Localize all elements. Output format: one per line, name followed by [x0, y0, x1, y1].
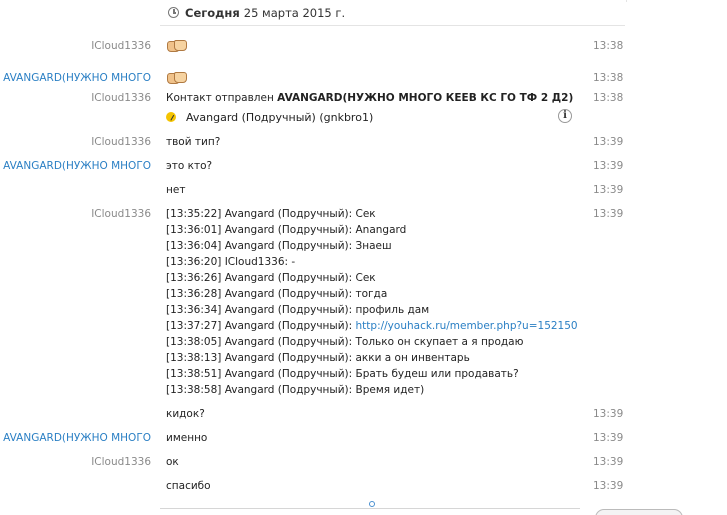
message-body: [166, 70, 556, 90]
message-time: 13:39: [593, 208, 624, 220]
sender-name[interactable]: ICloud1336: [91, 454, 151, 470]
message-body: ок: [166, 456, 179, 468]
message-body: кидок?: [166, 408, 205, 420]
resize-handle[interactable]: [369, 501, 375, 507]
handshake-icon: [166, 70, 187, 85]
quote-line: [13:36:28] Avangard (Подручный): тогда: [166, 288, 388, 300]
quote-line: [13:36:20] ICloud1336: -: [166, 256, 296, 268]
message-time: 13:39: [593, 136, 624, 148]
send-button[interactable]: [595, 509, 683, 515]
sender-name[interactable]: ICloud1336: [91, 90, 151, 106]
message-time: 13:39: [593, 480, 624, 492]
quote-line: [13:36:04] Avangard (Подручный): Знаеш: [166, 240, 392, 252]
sender-name[interactable]: ICloud1336: [91, 38, 151, 54]
date-today-label: Сегодня: [185, 5, 240, 20]
skype-contact-icon: [166, 112, 176, 122]
message-body: спасибо: [166, 480, 211, 492]
quote-line: [13:35:22] Avangard (Подручный): Сек: [166, 208, 376, 220]
message-time: 13:39: [593, 456, 624, 468]
message-time: 13:39: [593, 160, 624, 172]
message-body: [13:35:22] Avangard (Подручный): Сек [13…: [166, 206, 578, 398]
clock-icon: [168, 7, 179, 18]
date-text: 25 марта 2015 г.: [243, 5, 346, 20]
message-time: 13:38: [593, 92, 624, 104]
contact-sent-prefix: Контакт отправлен: [166, 92, 278, 104]
quote-line: [13:38:51] Avangard (Подручный): Брать б…: [166, 368, 519, 380]
message-time: 13:38: [593, 72, 624, 84]
message-body: именно: [166, 432, 208, 444]
message-body: это кто?: [166, 160, 213, 172]
sender-name[interactable]: ICloud1336: [91, 134, 151, 150]
sender-name[interactable]: ICloud1336: [91, 206, 151, 222]
quote-line: [13:38:13] Avangard (Подручный): акки а …: [166, 352, 470, 364]
date-header: Сегодня 25 марта 2015 г.: [160, 0, 625, 26]
message-body: [166, 38, 556, 58]
quote-line: [13:36:34] Avangard (Подручный): профиль…: [166, 304, 430, 316]
divider: [626, 0, 627, 2]
message-body: твой тип?: [166, 136, 221, 148]
quote-line: [13:37:27] Avangard (Подручный): http://…: [166, 318, 578, 334]
sender-name[interactable]: AVANGARD(НУЖНО МНОГО: [3, 430, 151, 446]
message-time: 13:38: [593, 40, 624, 52]
quote-line: [13:38:05] Avangard (Подручный): Только …: [166, 336, 524, 348]
contact-card[interactable]: Avangard (Подручный) (gnkbro1) i: [166, 108, 572, 126]
sender-name[interactable]: AVANGARD(НУЖНО МНОГО: [3, 70, 151, 86]
quote-line: [13:36:01] Avangard (Подручный): Anangar…: [166, 224, 407, 236]
sender-name[interactable]: AVANGARD(НУЖНО МНОГО: [3, 158, 151, 174]
chat-history: Сегодня 25 марта 2015 г. ICloud1336 13:3…: [0, 0, 727, 515]
message-time: 13:39: [593, 184, 624, 196]
info-icon[interactable]: i: [558, 109, 572, 123]
message-input[interactable]: [160, 508, 580, 515]
contact-card-name: Avangard (Подручный) (gnkbro1): [186, 110, 374, 124]
quote-prefix: [13:37:27] Avangard (Подручный):: [166, 320, 356, 332]
message-body: Контакт отправлен AVANGARD(НУЖНО МНОГО К…: [166, 90, 576, 106]
handshake-icon: [166, 38, 187, 53]
quote-line: [13:38:58] Avangard (Подручный): Время и…: [166, 384, 425, 396]
message-body: нет: [166, 184, 186, 196]
profile-link[interactable]: http://youhack.ru/member.php?u=152150: [356, 320, 578, 332]
message-time: 13:39: [593, 432, 624, 444]
contact-name-bold: AVANGARD(НУЖНО МНОГО КЕЕВ КС ГО ТФ 2 Д2): [277, 92, 574, 104]
quote-line: [13:36:26] Avangard (Подручный): Сек: [166, 272, 376, 284]
message-time: 13:39: [593, 408, 624, 420]
